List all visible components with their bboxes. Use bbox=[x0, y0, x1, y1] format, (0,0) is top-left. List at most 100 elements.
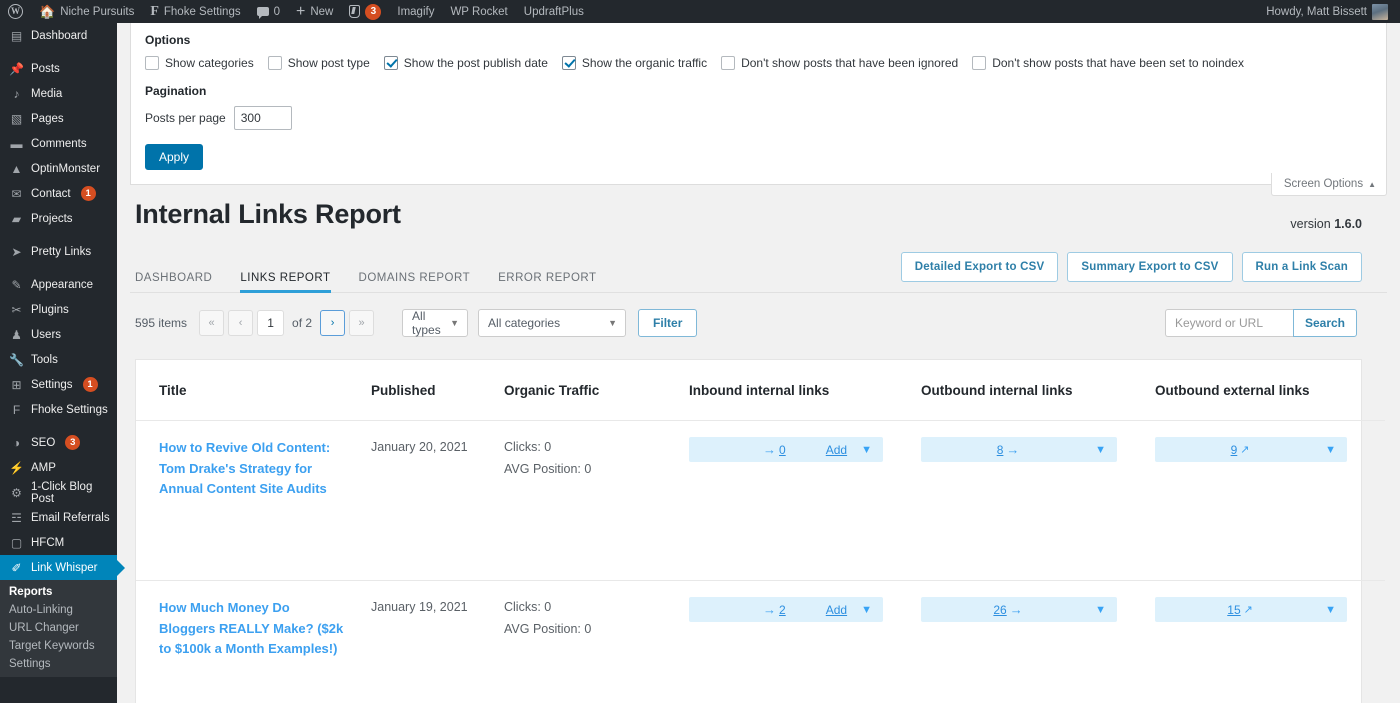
submenu-item-auto-linking[interactable]: Auto-Linking bbox=[0, 601, 117, 619]
search-input[interactable] bbox=[1164, 309, 1293, 337]
pin-icon: 📌 bbox=[9, 61, 24, 76]
howdy-menu[interactable]: Howdy, Matt Bissett bbox=[1258, 0, 1396, 23]
outbound-internal-count-link[interactable]: 26 bbox=[993, 603, 1006, 617]
site-name-menu[interactable]: 🏠 Niche Pursuits bbox=[31, 0, 142, 23]
run-a-link-scan-button[interactable]: Run a Link Scan bbox=[1241, 252, 1362, 282]
option-label: Show the organic traffic bbox=[581, 56, 708, 70]
checkbox-checked-icon[interactable] bbox=[383, 56, 398, 70]
category-filter-select[interactable]: All categories ▼ bbox=[478, 309, 627, 337]
checkbox-icon[interactable] bbox=[267, 56, 282, 70]
updraftplus-menu[interactable]: UpdraftPlus bbox=[516, 0, 592, 23]
new-content-menu[interactable]: + New bbox=[288, 0, 341, 23]
screen-options-tab[interactable]: Screen Options ▲ bbox=[1270, 173, 1387, 196]
sidebar-item-users[interactable]: ♟ Users bbox=[0, 322, 117, 347]
sidebar-item-label: Dashboard bbox=[31, 29, 88, 42]
summary-export-to-csv-button[interactable]: Summary Export to CSV bbox=[1067, 252, 1233, 282]
pages-icon: ▧ bbox=[10, 111, 23, 126]
chevron-down-icon[interactable]: ▼ bbox=[1325, 444, 1336, 456]
checkbox-icon[interactable] bbox=[972, 56, 987, 70]
table-header-row: Title Published Organic Traffic Inbound … bbox=[136, 360, 1385, 421]
avg-position-value: AVG Position: 0 bbox=[504, 622, 592, 636]
option-checkbox-3[interactable]: Show the organic traffic bbox=[561, 56, 708, 70]
post-title-link[interactable]: How to Revive Old Content: Tom Drake's S… bbox=[136, 421, 371, 500]
add-inbound-link[interactable]: Add bbox=[826, 603, 847, 617]
sidebar-item-fhoke-settings[interactable]: F Fhoke Settings bbox=[0, 397, 117, 422]
prev-page-button[interactable]: ‹ bbox=[228, 310, 254, 336]
sidebar-item-posts[interactable]: 📌 Posts bbox=[0, 56, 117, 81]
wordpress-logo-menu[interactable] bbox=[0, 0, 31, 23]
chevron-down-icon[interactable]: ▼ bbox=[1095, 444, 1106, 456]
option-checkbox-5[interactable]: Don't show posts that have been set to n… bbox=[972, 56, 1244, 70]
add-inbound-link[interactable]: Add bbox=[826, 443, 847, 457]
first-page-button[interactable]: « bbox=[199, 310, 225, 336]
submenu-item-url-changer[interactable]: URL Changer bbox=[0, 619, 117, 637]
tab-error-report[interactable]: ERROR REPORT bbox=[484, 272, 610, 292]
type-filter-select[interactable]: All types ▼ bbox=[402, 309, 469, 337]
sidebar-item-amp[interactable]: ⚡ AMP bbox=[0, 455, 117, 480]
option-checkbox-2[interactable]: Show the post publish date bbox=[383, 56, 548, 70]
outbound-internal-links-pill: 8 → ▼ bbox=[921, 437, 1117, 462]
sidebar-item-plugins[interactable]: ✂ Plugins bbox=[0, 297, 117, 322]
search-button[interactable]: Search bbox=[1292, 309, 1357, 337]
sidebar-item-pages[interactable]: ▧ Pages bbox=[0, 106, 117, 131]
outbound-internal-count-link[interactable]: 8 bbox=[997, 443, 1004, 457]
sidebar-item-hfcm[interactable]: ▢ HFCM bbox=[0, 530, 117, 555]
wp-rocket-menu[interactable]: WP Rocket bbox=[442, 0, 515, 23]
inbound-count-link[interactable]: 0 bbox=[779, 443, 786, 457]
next-page-button[interactable]: › bbox=[320, 310, 346, 336]
sidebar-item-label: 1-Click Blog Post bbox=[31, 480, 93, 505]
sidebar-item-appearance[interactable]: ✎ Appearance bbox=[0, 272, 117, 297]
sidebar-item-media[interactable]: ♪ Media bbox=[0, 81, 117, 106]
cell-outbound-internal-links: 8 → ▼ bbox=[921, 420, 1155, 581]
checkbox-checked-icon[interactable] bbox=[561, 56, 576, 70]
inbound-count-link[interactable]: 2 bbox=[779, 603, 786, 617]
sidebar-item-tools[interactable]: 🔧 Tools bbox=[0, 347, 117, 372]
option-checkbox-4[interactable]: Don't show posts that have been ignored bbox=[721, 56, 958, 70]
filter-button[interactable]: Filter bbox=[638, 309, 698, 337]
tab-dashboard[interactable]: DASHBOARD bbox=[135, 272, 226, 292]
site-name-label: Niche Pursuits bbox=[60, 5, 135, 18]
submenu-item-reports[interactable]: Reports bbox=[0, 583, 117, 601]
fhoke-settings-menu[interactable]: F Fhoke Settings bbox=[142, 0, 248, 23]
sidebar-item-contact[interactable]: ✉ Contact 1 bbox=[0, 181, 117, 206]
sidebar-item-label: Fhoke Settings bbox=[31, 403, 108, 416]
posts-per-page-input[interactable] bbox=[233, 106, 292, 130]
sidebar-badge: 1 bbox=[80, 186, 96, 201]
sidebar-item-settings[interactable]: ⊞ Settings 1 bbox=[0, 372, 117, 397]
option-checkbox-1[interactable]: Show post type bbox=[267, 56, 370, 70]
submenu-item-settings[interactable]: Settings bbox=[0, 655, 117, 673]
checkbox-icon[interactable] bbox=[145, 56, 159, 70]
outbound-external-count-link[interactable]: 9 bbox=[1231, 443, 1238, 457]
post-title-link[interactable]: How Much Money Do Bloggers REALLY Make? … bbox=[136, 581, 371, 660]
table-head: Title Published Organic Traffic Inbound … bbox=[136, 360, 1385, 421]
sidebar-item-email-referrals[interactable]: ☲ Email Referrals bbox=[0, 505, 117, 530]
checkbox-icon[interactable] bbox=[721, 56, 736, 70]
seo-menu[interactable]: 3 bbox=[341, 0, 389, 23]
chevron-down-icon[interactable]: ▼ bbox=[861, 444, 872, 456]
sidebar-item-comments[interactable]: ▬ Comments bbox=[0, 131, 117, 156]
chevron-down-icon[interactable]: ▼ bbox=[1095, 604, 1106, 616]
detailed-export-to-csv-button[interactable]: Detailed Export to CSV bbox=[900, 252, 1059, 282]
imagify-menu[interactable]: Imagify bbox=[389, 0, 442, 23]
sidebar-item-seo[interactable]: ◑ SEO 3 bbox=[0, 430, 117, 455]
tab-domains-report[interactable]: DOMAINS REPORT bbox=[345, 272, 485, 292]
version-number: 1.6.0 bbox=[1334, 217, 1362, 231]
sidebar-item-link-whisper[interactable]: ✐ Link Whisper bbox=[0, 555, 117, 580]
chevron-down-icon[interactable]: ▼ bbox=[861, 604, 872, 616]
outbound-external-count-link[interactable]: 15 bbox=[1227, 603, 1240, 617]
submenu-item-target-keywords[interactable]: Target Keywords bbox=[0, 637, 117, 655]
sidebar-item-dashboard[interactable]: ▤ Dashboard bbox=[0, 23, 117, 48]
chevron-down-icon[interactable]: ▼ bbox=[1325, 604, 1336, 616]
sidebar-item-optinmonster[interactable]: ▲ OptinMonster bbox=[0, 156, 117, 181]
option-label: Don't show posts that have been set to n… bbox=[992, 56, 1244, 70]
type-filter-value: All types bbox=[412, 309, 441, 337]
option-checkbox-0[interactable]: Show categories bbox=[145, 56, 254, 70]
last-page-button[interactable]: » bbox=[349, 310, 375, 336]
current-page-input[interactable] bbox=[257, 310, 285, 336]
sidebar-item-1-click-blog-post[interactable]: ⚙ 1-Click Blog Post bbox=[0, 480, 117, 505]
tab-links-report[interactable]: LINKS REPORT bbox=[226, 272, 344, 293]
sidebar-item-projects[interactable]: ▰ Projects bbox=[0, 206, 117, 231]
sidebar-item-pretty-links[interactable]: ➤ Pretty Links bbox=[0, 239, 117, 264]
comments-menu[interactable]: 0 bbox=[249, 0, 288, 23]
apply-button[interactable]: Apply bbox=[145, 144, 204, 170]
